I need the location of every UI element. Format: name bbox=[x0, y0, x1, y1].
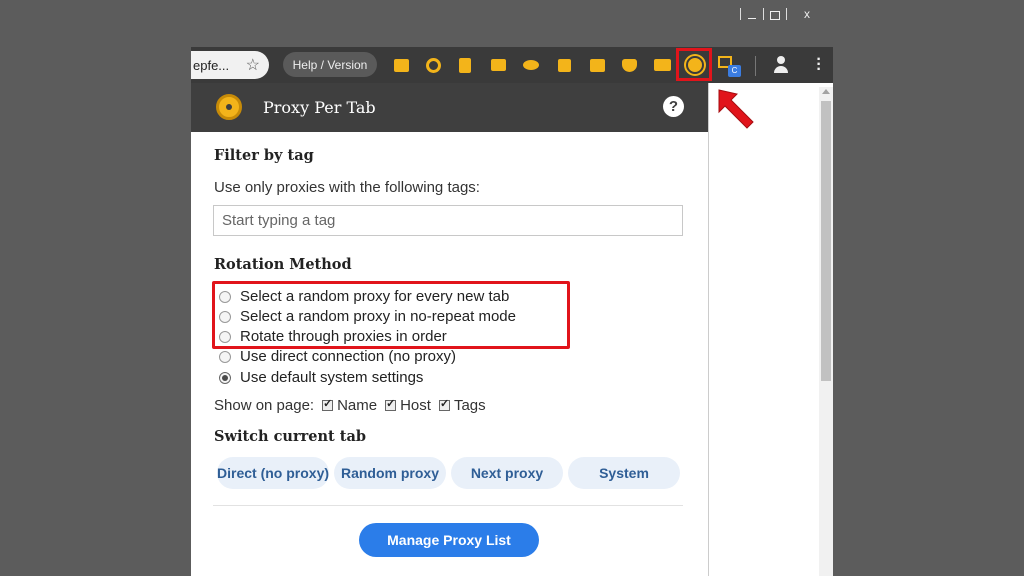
maximize-button[interactable] bbox=[764, 9, 786, 20]
profile-icon[interactable] bbox=[772, 56, 790, 74]
ext-grid-icon[interactable] bbox=[391, 55, 411, 75]
ext-bag-icon[interactable] bbox=[455, 55, 475, 75]
ext-camera-c-icon[interactable]: C bbox=[718, 56, 742, 80]
ext-list-icon[interactable] bbox=[488, 55, 508, 75]
help-version-button[interactable]: Help / Version bbox=[283, 52, 377, 77]
direct-no-proxy-button[interactable]: Direct (no proxy) bbox=[217, 457, 329, 489]
random-proxy-button[interactable]: Random proxy bbox=[334, 457, 446, 489]
ext-timer-icon[interactable] bbox=[423, 55, 443, 75]
page-content-area bbox=[709, 83, 833, 576]
tag-filter-input[interactable] bbox=[213, 205, 683, 236]
camera-badge: C bbox=[728, 65, 741, 77]
show-on-page-row: Show on page: Name Host Tags bbox=[214, 397, 486, 414]
system-button[interactable]: System bbox=[568, 457, 680, 489]
window-controls: x bbox=[740, 6, 833, 22]
rotation-highlight-box bbox=[212, 281, 570, 349]
popup-header: Proxy Per Tab ? bbox=[191, 83, 708, 132]
close-button[interactable]: x bbox=[787, 7, 827, 21]
rotation-option-label: Use default system settings bbox=[240, 369, 424, 386]
rotation-option[interactable]: Use default system settings bbox=[219, 369, 423, 386]
rotation-option-label: Use direct connection (no proxy) bbox=[240, 348, 456, 365]
ext-play-icon[interactable] bbox=[652, 55, 672, 75]
rotation-option[interactable]: Use direct connection (no proxy) bbox=[219, 348, 456, 365]
filter-description: Use only proxies with the following tags… bbox=[214, 179, 480, 196]
ext-box-icon[interactable] bbox=[554, 55, 574, 75]
popup-title: Proxy Per Tab bbox=[263, 98, 376, 117]
show-name-label: Name bbox=[337, 397, 378, 414]
proxy-per-tab-icon[interactable] bbox=[686, 56, 704, 74]
next-proxy-button[interactable]: Next proxy bbox=[451, 457, 563, 489]
ext-arrow-icon[interactable] bbox=[587, 55, 607, 75]
ext-eye-icon[interactable] bbox=[521, 55, 541, 75]
switch-heading: Switch current tab bbox=[214, 428, 366, 445]
show-host-checkbox[interactable] bbox=[385, 397, 397, 411]
divider bbox=[213, 505, 683, 506]
proxy-per-tab-logo-icon bbox=[216, 94, 242, 120]
show-tags-checkbox[interactable] bbox=[438, 397, 450, 411]
address-bar[interactable]: epfe... ☆ bbox=[191, 51, 269, 79]
minimize-button[interactable] bbox=[741, 10, 763, 19]
manage-proxy-list-button[interactable]: Manage Proxy List bbox=[359, 523, 539, 557]
show-tags-label: Tags bbox=[453, 397, 486, 414]
rotation-heading: Rotation Method bbox=[214, 256, 352, 273]
scrollbar-thumb[interactable] bbox=[821, 101, 831, 381]
more-menu-icon[interactable]: · · · bbox=[815, 52, 823, 78]
show-host-label: Host bbox=[400, 397, 431, 414]
scroll-up-icon[interactable] bbox=[822, 89, 830, 94]
ext-shield-icon[interactable] bbox=[619, 55, 639, 75]
address-bar-text: epfe... bbox=[193, 57, 230, 73]
filter-heading: Filter by tag bbox=[214, 147, 314, 164]
page-scrollbar[interactable] bbox=[819, 87, 833, 576]
show-on-page-label: Show on page: bbox=[214, 397, 315, 414]
radio-button-checked[interactable] bbox=[219, 371, 231, 384]
toolbar-separator bbox=[755, 56, 756, 76]
radio-button[interactable] bbox=[219, 350, 231, 363]
bookmark-star-icon[interactable]: ☆ bbox=[246, 55, 260, 75]
help-question-icon[interactable]: ? bbox=[663, 96, 684, 117]
show-name-checkbox[interactable] bbox=[322, 397, 334, 411]
red-arrow-icon bbox=[718, 89, 754, 129]
